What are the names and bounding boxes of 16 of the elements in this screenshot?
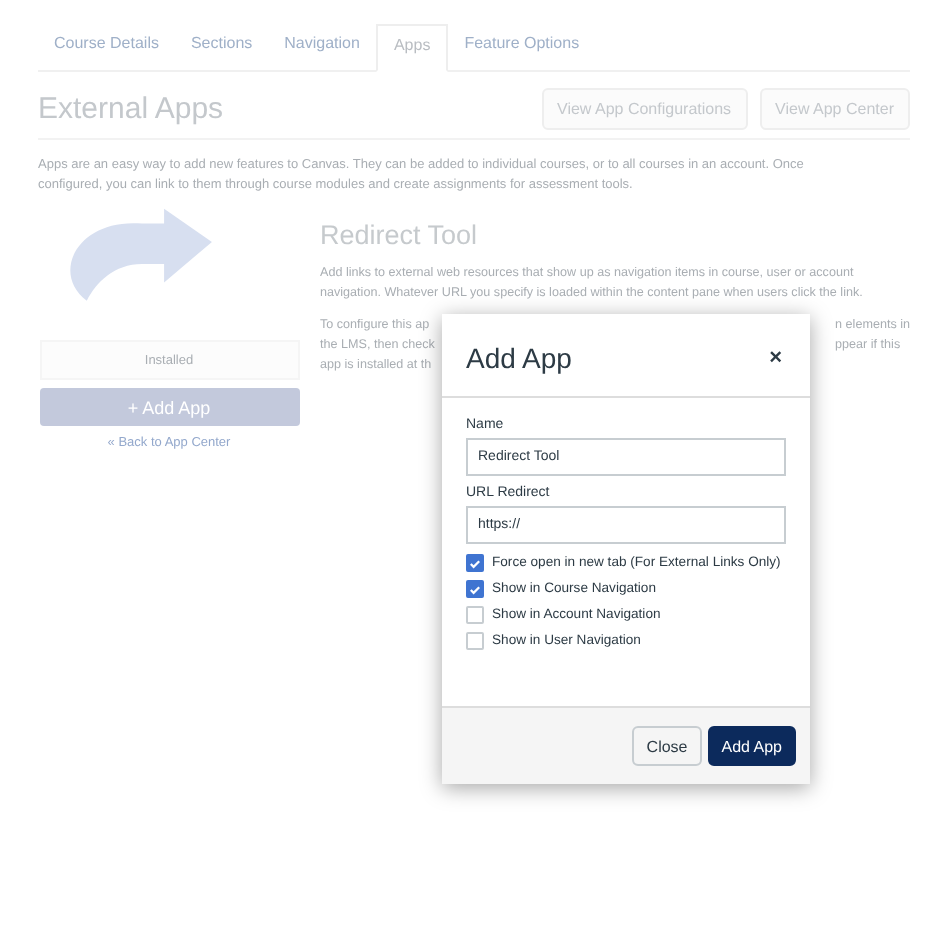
checkbox[interactable]: [466, 554, 484, 572]
tab[interactable]: Navigation: [268, 24, 376, 70]
dialog-title: Add App: [466, 341, 572, 373]
checkbox[interactable]: [466, 606, 484, 624]
tab[interactable]: Sections: [174, 24, 269, 70]
checkbox[interactable]: [466, 632, 484, 650]
tab[interactable]: Apps: [375, 24, 449, 72]
tab[interactable]: Course Details: [38, 24, 175, 70]
add-app-button[interactable]: Add App: [707, 726, 796, 766]
add-app-button[interactable]: + Add App: [39, 388, 299, 426]
close-icon[interactable]: ×: [769, 345, 782, 369]
page-title: External Apps: [38, 92, 224, 126]
close-button[interactable]: Close: [632, 726, 702, 766]
tab[interactable]: Feature Options: [448, 24, 596, 70]
checkbox[interactable]: [466, 580, 484, 598]
app-name: Redirect Tool: [320, 220, 478, 250]
